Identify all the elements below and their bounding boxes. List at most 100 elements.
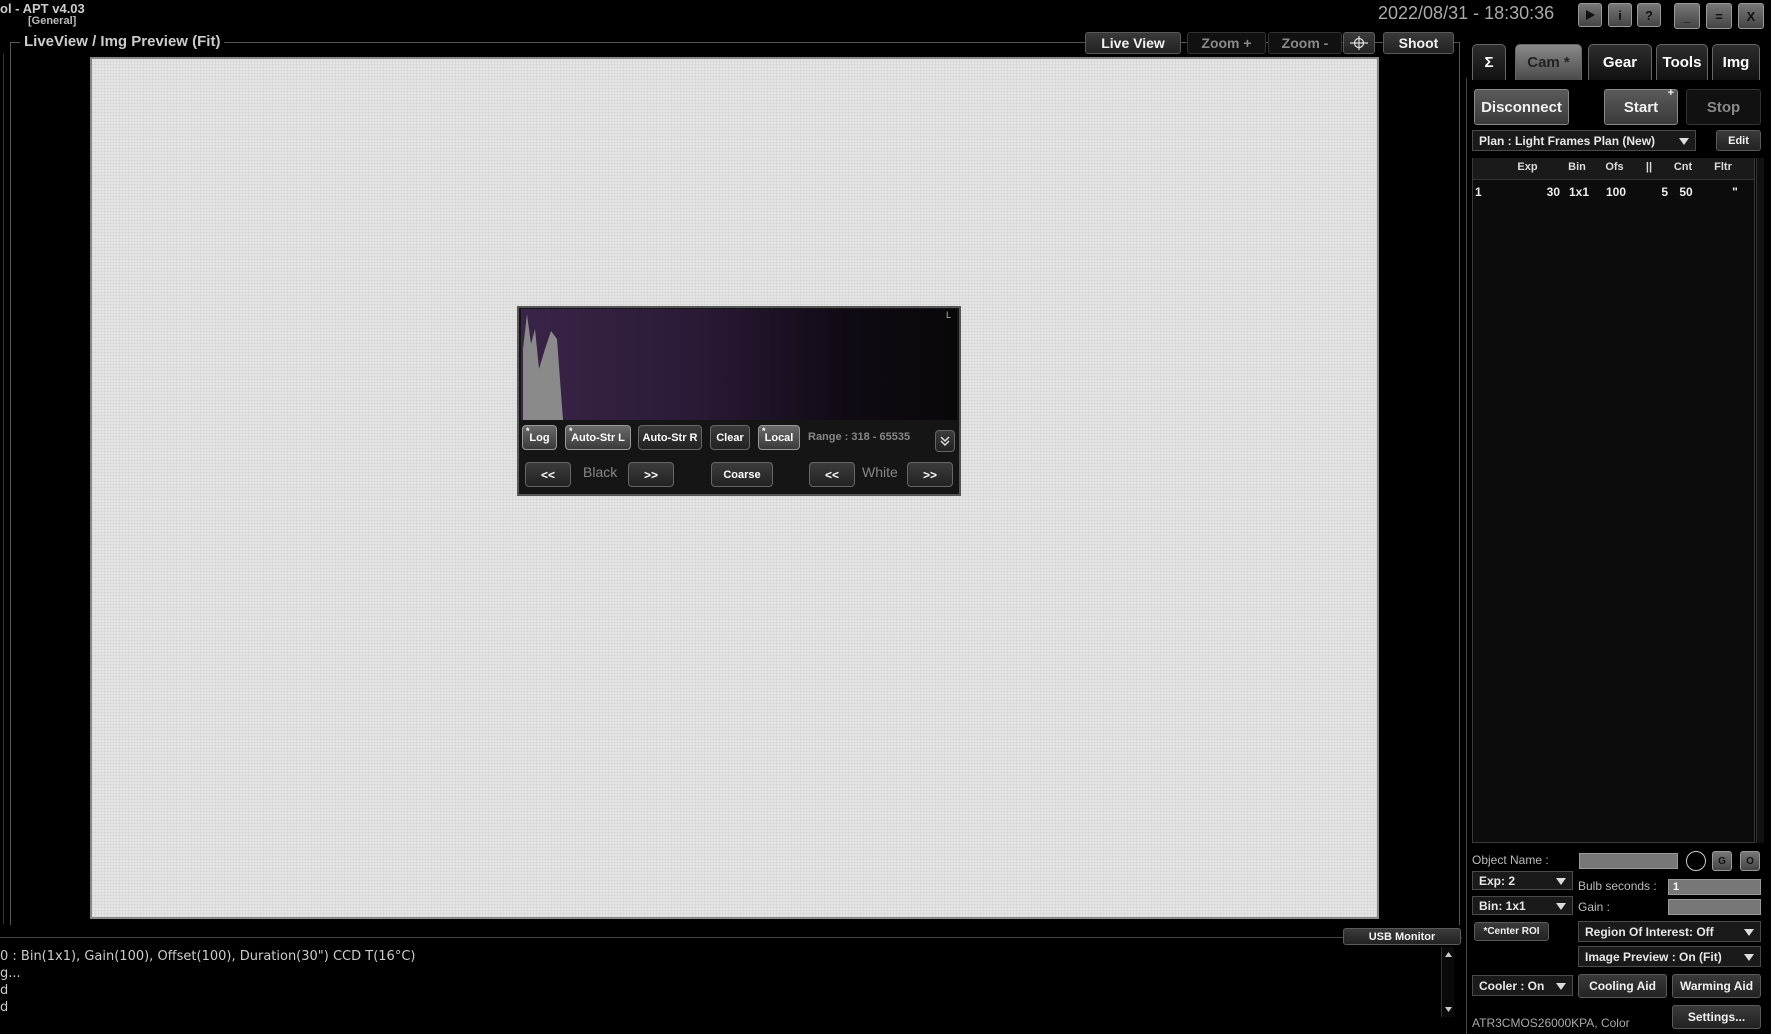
- zoom-in-button[interactable]: Zoom +: [1187, 32, 1266, 54]
- row-cnt: 50: [1679, 185, 1693, 199]
- help-icon[interactable]: ?: [1637, 3, 1661, 27]
- expand-histogram-button[interactable]: [935, 430, 955, 452]
- stop-button[interactable]: Stop: [1686, 89, 1761, 125]
- plan-select[interactable]: Plan : Light Frames Plan (New): [1472, 130, 1696, 151]
- start-mark: +: [1667, 87, 1674, 99]
- cooler-select[interactable]: Cooler : On: [1472, 975, 1573, 996]
- chevron-down-icon: [1556, 982, 1566, 990]
- tab-tools[interactable]: Tools: [1656, 44, 1708, 80]
- log-button[interactable]: * Log: [522, 425, 557, 450]
- log-star: *: [526, 426, 530, 436]
- local-button[interactable]: * Local: [758, 425, 800, 450]
- edit-plan-button[interactable]: Edit: [1716, 130, 1761, 151]
- roi-select[interactable]: Region Of Interest: Off: [1578, 921, 1761, 942]
- histogram-graph[interactable]: [521, 309, 957, 420]
- row-fltr: ": [1732, 185, 1738, 199]
- black-decrease-button[interactable]: <<: [525, 462, 571, 487]
- tab-cam[interactable]: Cam *: [1515, 44, 1582, 80]
- start-label: Start: [1623, 98, 1659, 116]
- row-bin: 1x1: [1568, 185, 1590, 199]
- g-button[interactable]: G: [1712, 851, 1732, 871]
- usb-monitor-button[interactable]: USB Monitor: [1343, 928, 1461, 945]
- auto-str-l-star: *: [569, 426, 573, 436]
- black-increase-button[interactable]: >>: [628, 462, 674, 487]
- preview-title: LiveView / Img Preview (Fit): [20, 33, 225, 50]
- left-edge-line: [3, 54, 4, 924]
- image-preview-label: Image Preview : On (Fit): [1585, 949, 1722, 964]
- histogram-corner-label: L: [946, 310, 952, 320]
- row-pause: 5: [1661, 185, 1668, 199]
- datetime: 2022/08/31 - 18:30:36: [1378, 3, 1555, 23]
- object-name-label: Object Name :: [1472, 853, 1549, 867]
- shoot-button[interactable]: Shoot: [1383, 32, 1454, 54]
- zoom-out-button[interactable]: Zoom -: [1268, 32, 1342, 54]
- cooling-aid-button[interactable]: Cooling Aid: [1578, 974, 1667, 998]
- chevron-down-icon: [1679, 137, 1689, 145]
- row-index: 1: [1475, 185, 1482, 199]
- exp-label: Exp: 2: [1479, 873, 1516, 888]
- auto-str-r-button[interactable]: Auto-Str R: [638, 425, 702, 450]
- start-button[interactable]: Start +: [1604, 87, 1678, 125]
- disconnect-button[interactable]: Disconnect: [1474, 89, 1569, 125]
- row-ofs: 100: [1605, 185, 1627, 199]
- live-view-button[interactable]: Live View: [1085, 32, 1181, 54]
- image-preview-select[interactable]: Image Preview : On (Fit): [1578, 946, 1761, 967]
- scroll-up-icon: [1445, 952, 1452, 957]
- bin-label: Bin: 1x1: [1479, 898, 1526, 913]
- white-label: White: [862, 464, 898, 480]
- coarse-button[interactable]: Coarse: [711, 462, 773, 487]
- clear-button[interactable]: Clear: [710, 425, 750, 450]
- auto-str-l-label: Auto-Str L: [571, 431, 625, 444]
- bulb-seconds-label: Bulb seconds :: [1578, 879, 1657, 893]
- plan-label: Plan : Light Frames Plan (New): [1479, 133, 1656, 148]
- log-line: d: [0, 1000, 9, 1015]
- o-button[interactable]: O: [1740, 851, 1760, 871]
- camera-model: ATR3CMOS26000KPA, Color: [1472, 1016, 1630, 1030]
- log-line: d: [0, 983, 9, 998]
- settings-button[interactable]: Settings...: [1672, 1005, 1761, 1029]
- tab-gear[interactable]: Gear: [1588, 44, 1652, 80]
- roi-label: Region Of Interest: Off: [1585, 924, 1714, 939]
- warming-aid-button[interactable]: Warming Aid: [1672, 974, 1761, 998]
- chevron-down-icon: [1556, 877, 1566, 885]
- auto-str-l-button[interactable]: * Auto-Str L: [565, 425, 631, 450]
- minimize-button[interactable]: _: [1674, 3, 1700, 29]
- col-header-exp: Exp: [1517, 161, 1538, 173]
- chevron-down-icon: [1744, 928, 1754, 936]
- white-increase-button[interactable]: >>: [907, 462, 953, 487]
- chevron-down-icon: [1744, 953, 1754, 961]
- gain-label: Gain :: [1578, 900, 1611, 914]
- log-label: Log: [529, 431, 550, 444]
- app-subtitle: [General]: [28, 15, 77, 27]
- play-icon[interactable]: [1578, 3, 1602, 27]
- log-scrollbar[interactable]: [1441, 947, 1454, 1017]
- center-roi-button[interactable]: *Center ROI: [1474, 922, 1549, 941]
- table-scrollbar[interactable]: [1756, 158, 1764, 843]
- black-label: Black: [583, 464, 618, 480]
- object-name-field[interactable]: [1579, 853, 1678, 869]
- range-text: Range : 318 - 65535: [808, 431, 911, 443]
- white-decrease-button[interactable]: <<: [809, 462, 855, 487]
- exp-select[interactable]: Exp: 2: [1472, 871, 1573, 890]
- bin-select[interactable]: Bin: 1x1: [1472, 896, 1573, 915]
- local-label: Local: [764, 431, 794, 444]
- chevron-down-icon: [940, 436, 950, 447]
- tab-sigma[interactable]: Σ: [1472, 44, 1506, 80]
- tab-img[interactable]: Img: [1712, 44, 1760, 80]
- local-star: *: [762, 426, 766, 436]
- plan-table[interactable]: [1472, 158, 1755, 843]
- close-button[interactable]: X: [1738, 3, 1764, 29]
- app-title: ol - APT v4.03: [0, 1, 85, 16]
- col-header-fltr: Fltr: [1714, 161, 1732, 173]
- col-header-cnt: Cnt: [1673, 161, 1693, 173]
- log-line: 0 : Bin(1x1), Gain(100), Offset(100), Du…: [0, 949, 416, 964]
- info-icon[interactable]: i: [1608, 3, 1632, 27]
- col-header-ofs: Ofs: [1605, 161, 1624, 173]
- crosshair-icon[interactable]: [1343, 32, 1375, 54]
- log-line: g...: [0, 966, 21, 981]
- gain-field[interactable]: [1668, 899, 1761, 915]
- histogram-curve: [523, 314, 563, 420]
- object-search-icon[interactable]: [1686, 851, 1706, 871]
- maximize-button[interactable]: =: [1706, 3, 1732, 29]
- bulb-seconds-field[interactable]: [1668, 879, 1761, 895]
